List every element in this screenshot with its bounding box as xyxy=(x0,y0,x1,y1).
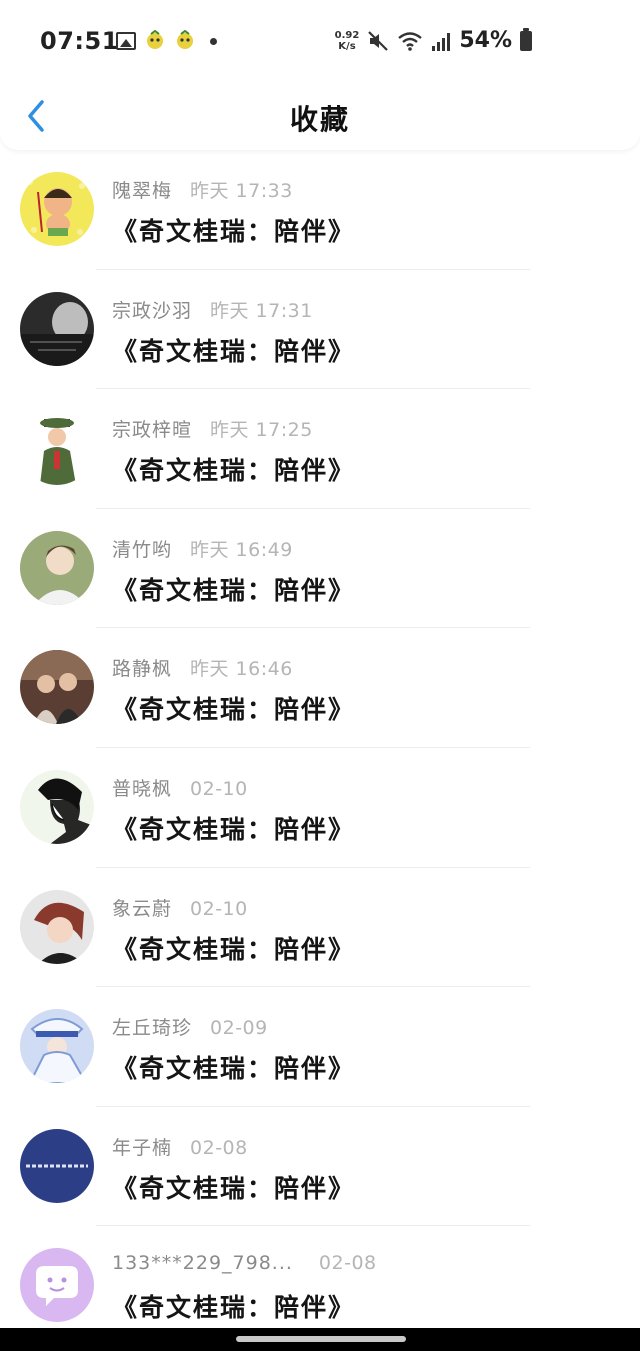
user-name: 宗政梓暄 xyxy=(112,419,193,442)
avatar xyxy=(20,650,94,725)
avatar xyxy=(20,172,94,246)
list-item[interactable]: 宗政沙羽 昨天 17:31 《奇文桂瑞：陪伴》 xyxy=(0,270,640,390)
timestamp: 02-10 xyxy=(190,777,248,800)
system-status-icons: 0.92 K/s 54% xyxy=(335,27,532,53)
timestamp: 昨天 17:33 xyxy=(190,180,293,202)
timestamp: 02-08 xyxy=(190,1136,248,1159)
header-bar: 收藏 xyxy=(0,84,640,150)
list-item[interactable]: 隗翠梅 昨天 17:33 《奇文桂瑞：陪伴》 xyxy=(0,150,640,270)
anime-avatar-icon xyxy=(20,1009,94,1084)
list-item[interactable]: 象云蔚 02-10 《奇文桂瑞：陪伴》 xyxy=(0,868,640,988)
item-title: 《奇文桂瑞：陪伴》 xyxy=(112,814,356,844)
user-name: 隗翠梅 xyxy=(112,180,173,202)
item-title: 《奇文桂瑞：陪伴》 xyxy=(112,456,356,486)
avatar xyxy=(20,530,94,605)
battery-percentage: 54% xyxy=(459,28,512,53)
list-item[interactable]: 左丘琦珍 02-09 《奇文桂瑞：陪伴》 xyxy=(0,987,640,1107)
item-title: 《奇文桂瑞：陪伴》 xyxy=(112,336,356,366)
avatar xyxy=(20,1128,94,1203)
user-name: 普晓枫 xyxy=(112,777,173,800)
gallery-notification-icon xyxy=(116,32,136,50)
user-name: 象云蔚 xyxy=(112,897,173,920)
app-notification-icon xyxy=(147,30,163,49)
photo-avatar-icon xyxy=(20,530,94,605)
avatar xyxy=(20,291,94,366)
sketch-avatar-icon xyxy=(20,769,94,844)
item-title: 《奇文桂瑞：陪伴》 xyxy=(112,695,356,725)
timestamp: 昨天 17:31 xyxy=(210,299,313,322)
avatar xyxy=(20,411,94,486)
battery-icon xyxy=(520,27,532,51)
cartoon-avatar-icon xyxy=(20,172,94,246)
signal-icon xyxy=(432,32,451,51)
home-indicator[interactable] xyxy=(236,1336,406,1342)
default-avatar-icon xyxy=(20,1248,94,1323)
avatar xyxy=(20,769,94,844)
user-name: 宗政沙羽 xyxy=(112,299,193,322)
page-title: 收藏 xyxy=(289,103,350,136)
item-title: 《奇文桂瑞：陪伴》 xyxy=(112,934,356,964)
timestamp: 02-10 xyxy=(190,897,248,920)
network-speed: 0.92 K/s xyxy=(335,30,360,52)
system-navigation-bar xyxy=(0,1328,640,1351)
app-notification-icon xyxy=(177,30,193,49)
timestamp: 昨天 17:25 xyxy=(210,419,313,442)
user-name: 133***229_798... xyxy=(112,1252,293,1275)
network-speed-value: 0.92 xyxy=(334,29,360,41)
user-name: 年子楠 xyxy=(112,1136,173,1159)
list-item[interactable]: 普晓枫 02-10 《奇文桂瑞：陪伴》 xyxy=(0,748,640,868)
user-name: 清竹哟 xyxy=(112,538,173,561)
timestamp: 02-08 xyxy=(318,1252,377,1275)
wifi-icon xyxy=(398,31,423,51)
item-title: 《奇文桂瑞：陪伴》 xyxy=(112,217,356,246)
item-title: 《奇文桂瑞：陪伴》 xyxy=(112,1173,356,1203)
notification-icons xyxy=(104,30,217,52)
list-item[interactable]: 宗政梓暄 昨天 17:25 《奇文桂瑞：陪伴》 xyxy=(0,389,640,509)
item-title: 《奇文桂瑞：陪伴》 xyxy=(112,1054,356,1084)
photo-avatar-icon xyxy=(20,889,94,964)
user-name: 左丘琦珍 xyxy=(112,1017,193,1040)
timestamp: 昨天 16:46 xyxy=(190,658,293,681)
photo-avatar-icon xyxy=(20,650,94,725)
text-avatar-icon xyxy=(20,1128,94,1203)
list-item[interactable]: 年子楠 02-08 《奇文桂瑞：陪伴》 xyxy=(0,1107,640,1227)
timestamp: 02-09 xyxy=(210,1017,268,1040)
favorites-list: 隗翠梅 昨天 17:33 《奇文桂瑞：陪伴》 宗政沙羽 昨天 17:31 《奇文… xyxy=(0,150,640,1346)
timestamp: 昨天 16:49 xyxy=(190,538,293,561)
mute-icon xyxy=(368,30,389,51)
item-title: 《奇文桂瑞：陪伴》 xyxy=(112,1293,356,1323)
status-bar: 07:51 0.92 K/s 54% xyxy=(0,0,640,84)
photo-avatar-icon xyxy=(20,411,94,486)
user-name: 路静枫 xyxy=(112,658,173,681)
avatar xyxy=(20,1248,94,1323)
list-item[interactable]: 清竹哟 昨天 16:49 《奇文桂瑞：陪伴》 xyxy=(0,509,640,629)
avatar xyxy=(20,1009,94,1084)
avatar xyxy=(20,889,94,964)
photo-avatar-icon xyxy=(20,291,94,366)
more-notifications-dot-icon xyxy=(210,37,217,45)
network-speed-unit: K/s xyxy=(338,40,356,52)
item-title: 《奇文桂瑞：陪伴》 xyxy=(112,575,356,605)
list-item[interactable]: 路静枫 昨天 16:46 《奇文桂瑞：陪伴》 xyxy=(0,628,640,748)
